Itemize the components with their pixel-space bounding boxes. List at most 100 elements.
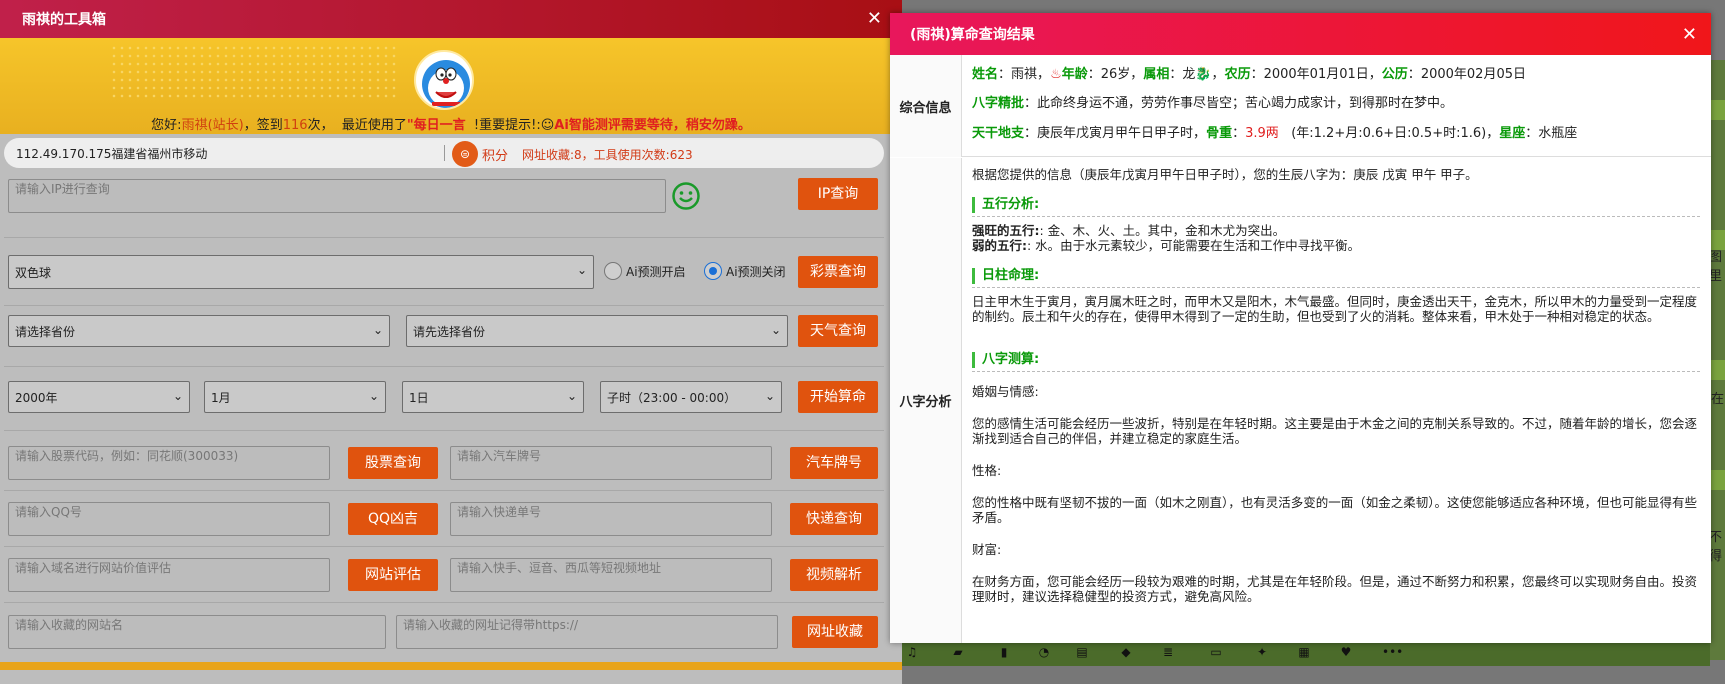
bazi-key: 八字精批 bbox=[972, 96, 1025, 111]
ai-off-radio[interactable]: Ai预测关闭 bbox=[704, 262, 786, 280]
stock-input[interactable]: 请输入股票代码，例如：同花顺(300033) bbox=[8, 446, 330, 480]
fortune-result-modal: (雨祺)算命查询结果 ✕ 综合信息 姓名：雨祺，♨年龄：26岁，属相：龙🐉，农历… bbox=[890, 13, 1711, 643]
toolbox-titlebar[interactable]: 雨祺的工具箱 ✕ bbox=[0, 0, 902, 38]
lottery-select[interactable]: 双色球 ⌄ bbox=[8, 255, 594, 289]
chevron-down-icon: ⌄ bbox=[566, 389, 577, 403]
year-select[interactable]: 2000年 ⌄ bbox=[8, 381, 190, 413]
avatar[interactable] bbox=[414, 50, 474, 110]
radio-circle[interactable] bbox=[604, 262, 622, 280]
music-icon[interactable]: ♫ bbox=[904, 645, 920, 659]
modal-body: 综合信息 姓名：雨祺，♨年龄：26岁，属相：龙🐉，农历：2000年01月01日，… bbox=[890, 55, 1711, 643]
chevron-down-icon: ⌄ bbox=[368, 389, 379, 403]
marriage-label: 婚姻与情感: bbox=[972, 384, 1039, 399]
day-select-value: 1日 bbox=[409, 390, 429, 405]
tiandi-key: 天干地支 bbox=[972, 126, 1025, 141]
year-select-value: 2000年 bbox=[15, 390, 58, 405]
lottery-select-value: 双色球 bbox=[15, 265, 52, 280]
weak-element-text: 弱的五行:: 水。由于水元素较少，可能需要在生活和工作中寻找平衡。 bbox=[972, 238, 1700, 253]
stock-query-button[interactable]: 股票查询 bbox=[348, 447, 438, 479]
modal-title: (雨祺)算命查询结果 bbox=[910, 27, 1035, 43]
divider bbox=[972, 371, 1700, 372]
day-select[interactable]: 1日 ⌄ bbox=[402, 381, 584, 413]
express-query-button[interactable]: 快递查询 bbox=[790, 503, 878, 535]
greeting-prefix: 您好: bbox=[151, 118, 182, 133]
city-select[interactable]: 请先选择省份 ⌄ bbox=[406, 315, 788, 347]
info-bar: 112.49.170.175福建省福州市移动 ⊜ 积分 网址收藏:8，工具使用次… bbox=[4, 138, 884, 168]
ip-input[interactable]: 请输入IP进行查询 bbox=[8, 179, 666, 213]
tiandi-value: 庚辰年戊寅月甲午日甲子时 bbox=[1037, 126, 1194, 141]
domain-eval-button[interactable]: 网站评估 bbox=[348, 559, 438, 591]
signin-count: 116 bbox=[282, 118, 308, 133]
site-name-input[interactable]: 请输入收藏的网站名 bbox=[8, 615, 386, 649]
bottom-bar bbox=[0, 662, 902, 670]
toolbox-title: 雨祺的工具箱 bbox=[22, 12, 106, 28]
site-url-input[interactable]: 请输入收藏的网址记得带https:// bbox=[396, 615, 778, 649]
cake-icon: ♨ bbox=[1050, 67, 1062, 82]
notice-label: !重要提示!: bbox=[473, 118, 541, 133]
monitor-icon[interactable]: ▭ bbox=[1208, 645, 1224, 659]
bird-icon[interactable]: ✦ bbox=[1254, 645, 1270, 659]
weak-label: 弱的五行: bbox=[972, 238, 1027, 253]
qq-input[interactable]: 请输入QQ号 bbox=[8, 502, 330, 536]
qq-query-button[interactable]: QQ凶吉 bbox=[348, 503, 438, 535]
hour-select[interactable]: 子时（23:00 - 00:00） ⌄ bbox=[600, 381, 782, 413]
plate-query-button[interactable]: 汽车牌号 bbox=[790, 447, 878, 479]
lunar-value: 2000年01月01日 bbox=[1263, 67, 1369, 82]
chevron-down-icon: ⌄ bbox=[172, 389, 183, 403]
gem-icon[interactable]: ◆ bbox=[1118, 645, 1134, 659]
hour-select-value: 子时（23:00 - 00:00） bbox=[607, 390, 737, 405]
card-icon[interactable]: ▤ bbox=[1074, 645, 1090, 659]
modal-titlebar[interactable]: (雨祺)算命查询结果 ✕ bbox=[890, 13, 1711, 55]
lottery-query-button[interactable]: 彩票查询 bbox=[798, 256, 878, 288]
fortune-button[interactable]: 开始算命 bbox=[798, 381, 878, 413]
close-icon[interactable]: ✕ bbox=[1682, 24, 1697, 45]
signin-text: ，签到 bbox=[243, 118, 283, 133]
score-label[interactable]: 积分 bbox=[482, 145, 508, 164]
rss-icon[interactable]: ◔ bbox=[1036, 645, 1052, 659]
video-parse-button[interactable]: 视频解析 bbox=[790, 559, 878, 591]
weight-key: 骨重 bbox=[1206, 126, 1233, 141]
chevron-down-icon: ⌄ bbox=[576, 263, 587, 277]
ai-on-radio[interactable]: Ai预测开启 bbox=[604, 262, 686, 280]
wealth-label: 财富: bbox=[972, 542, 1002, 557]
star-key: 星座 bbox=[1499, 126, 1526, 141]
divider bbox=[4, 546, 884, 547]
divider bbox=[4, 237, 884, 238]
more-icon[interactable]: ••• bbox=[1382, 645, 1403, 659]
divider bbox=[4, 305, 884, 306]
province-select[interactable]: 请选择省份 ⌄ bbox=[8, 315, 390, 347]
heart-icon[interactable]: ♥ bbox=[1338, 645, 1354, 659]
divider bbox=[4, 366, 884, 367]
close-icon[interactable]: ✕ bbox=[867, 8, 882, 29]
doraemon-avatar-icon bbox=[422, 60, 470, 108]
background-text: 图里 bbox=[1709, 250, 1723, 284]
month-select[interactable]: 1月 ⌄ bbox=[204, 381, 386, 413]
province-select-value: 请选择省份 bbox=[15, 324, 76, 339]
database-icon[interactable]: ≣ bbox=[1160, 645, 1176, 659]
express-input[interactable]: 请输入快递单号 bbox=[450, 502, 772, 536]
divider bbox=[972, 287, 1700, 288]
divider bbox=[4, 430, 884, 431]
cesuan-heading: 八字测算: bbox=[972, 352, 1700, 368]
ai-on-label: Ai预测开启 bbox=[626, 264, 686, 279]
divider bbox=[444, 145, 445, 161]
weather-query-button[interactable]: 天气查询 bbox=[798, 315, 878, 347]
rizhu-text: 日主甲木生于寅月，寅月属木旺之时，而甲木又是阳木，木气最盛。但同时，庚金透出天干… bbox=[972, 294, 1698, 324]
ip-query-button[interactable]: IP查询 bbox=[798, 178, 878, 210]
windows-icon[interactable]: ▦ bbox=[1296, 645, 1312, 659]
collect-button[interactable]: 网址收藏 bbox=[792, 616, 878, 648]
file-icon[interactable]: ▮ bbox=[996, 645, 1012, 659]
smile-icon: ☺ bbox=[540, 118, 555, 133]
summary-line-2: 八字精批：此命终身运不通，劳劳作事尽皆空；苦心竭力成家计，到得那时在梦中。 bbox=[972, 96, 1454, 111]
solar-key: 公历 bbox=[1381, 67, 1408, 82]
folder-icon[interactable]: ▰ bbox=[950, 645, 966, 659]
background-text: 不得 bbox=[1709, 530, 1723, 564]
summary-line-3: 天干地支：庚辰年戊寅月甲午日甲子时，骨重：3.9两 (年:1.2+月:0.6+日… bbox=[972, 126, 1578, 141]
domain-input[interactable]: 请输入域名进行网站价值评估 bbox=[8, 558, 330, 592]
plate-input[interactable]: 请输入汽车牌号 bbox=[450, 446, 772, 480]
summary-line-1: 姓名：雨祺，♨年龄：26岁，属相：龙🐉，农历：2000年01月01日，公历：20… bbox=[972, 67, 1526, 82]
name-value: 雨祺 bbox=[1011, 67, 1038, 82]
video-input[interactable]: 请输入快手、逗音、西瓜等短视频地址 bbox=[450, 558, 772, 592]
radio-circle-checked[interactable] bbox=[704, 262, 722, 280]
summary-section: 综合信息 姓名：雨祺，♨年龄：26岁，属相：龙🐉，农历：2000年01月01日，… bbox=[890, 55, 1711, 157]
